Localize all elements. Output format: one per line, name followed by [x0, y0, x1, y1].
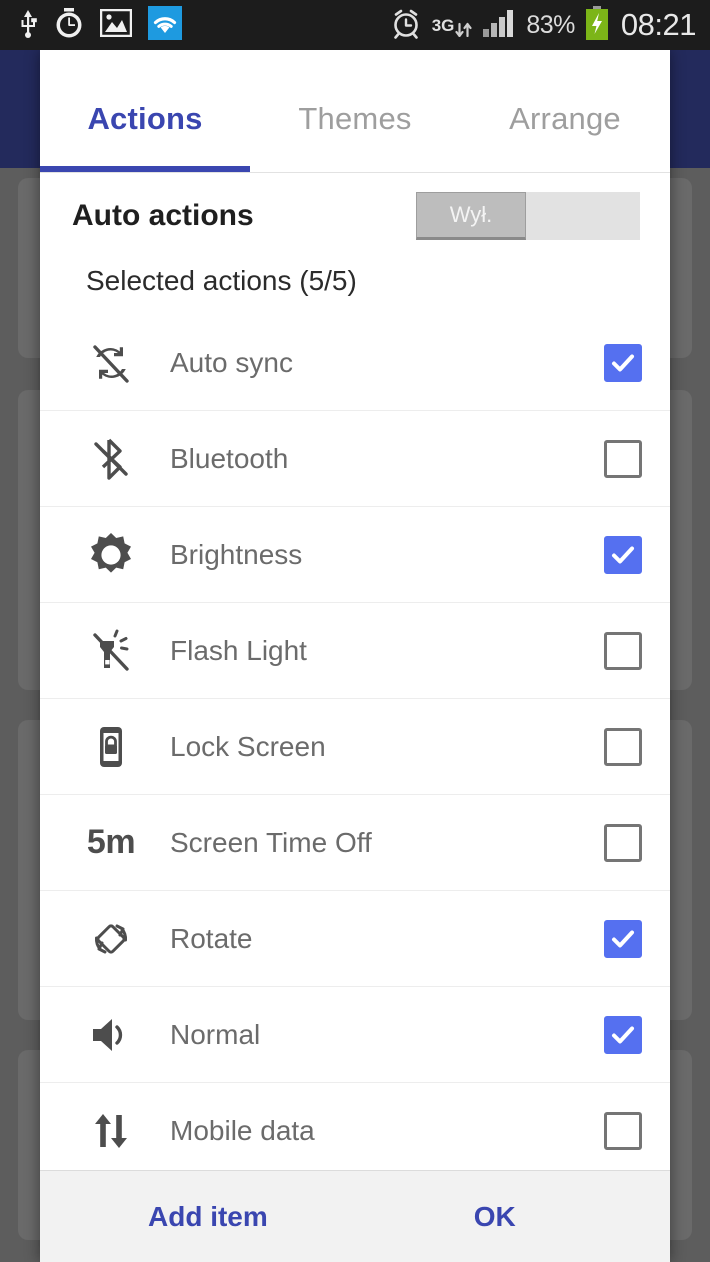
action-checkbox-bluetooth[interactable] — [604, 439, 642, 478]
action-checkbox-lock-screen[interactable] — [604, 727, 642, 766]
gallery-image-icon — [99, 8, 133, 42]
brightness-icon — [78, 524, 144, 586]
action-label: Normal — [170, 1018, 261, 1050]
selected-actions-caption: Selected actions (5/5) — [86, 265, 357, 296]
auto-actions-row: Auto actions Wył. — [40, 173, 670, 259]
action-checkbox-normal[interactable] — [604, 1015, 642, 1054]
battery-percent-label: 83% — [526, 10, 575, 39]
action-checkbox-flash-light[interactable] — [604, 631, 642, 670]
action-checkbox-auto-sync[interactable] — [604, 343, 642, 382]
action-list[interactable]: Auto sync Bluetooth Brightness Flash Lig… — [40, 315, 670, 1170]
action-label: Lock Screen — [170, 730, 326, 762]
action-row-mobile-data[interactable]: Mobile data — [40, 1083, 670, 1170]
status-bar-left-icons — [0, 5, 390, 45]
action-row-normal[interactable]: Normal — [40, 987, 670, 1083]
tab-actions[interactable]: Actions — [40, 85, 250, 137]
dialog-tab-bar: Actions Themes Arrange — [40, 50, 670, 173]
action-checkbox-screen-time-off[interactable] — [604, 823, 642, 862]
ok-button[interactable]: OK — [474, 1201, 516, 1233]
data-transfer-arrows-icon — [455, 22, 472, 37]
action-label: Rotate — [170, 922, 253, 954]
dialog-footer: Add item OK — [40, 1170, 670, 1262]
action-label: Auto sync — [170, 346, 293, 378]
action-label: Bluetooth — [170, 442, 289, 474]
volume-normal-icon — [78, 1004, 144, 1066]
auto-actions-toggle[interactable]: Wył. — [416, 192, 640, 240]
action-checkbox-rotate[interactable] — [604, 919, 642, 958]
screen-timeout-icon-label: 5m — [86, 823, 136, 861]
signal-bars-icon — [482, 9, 516, 42]
flashlight-off-icon — [78, 620, 144, 682]
status-bar-clock: 08:21 — [620, 7, 697, 42]
active-tab-underline — [40, 166, 250, 172]
auto-actions-label: Auto actions — [72, 199, 254, 232]
battery-charging-icon — [585, 5, 609, 45]
alarm-clock-icon — [390, 7, 422, 44]
action-label: Mobile data — [170, 1115, 315, 1146]
tab-themes[interactable]: Themes — [250, 85, 460, 137]
lock-screen-icon — [78, 716, 144, 778]
network-type-indicator: 3G — [432, 13, 473, 37]
action-row-auto-sync[interactable]: Auto sync — [40, 315, 670, 411]
auto-sync-off-icon — [78, 332, 144, 394]
action-row-brightness[interactable]: Brightness — [40, 507, 670, 603]
action-row-flash-light[interactable]: Flash Light — [40, 603, 670, 699]
auto-actions-toggle-thumb[interactable]: Wył. — [416, 192, 526, 240]
wifi-icon — [148, 5, 182, 45]
tab-arrange[interactable]: Arrange — [460, 85, 670, 137]
action-checkbox-brightness[interactable] — [604, 535, 642, 574]
action-row-screen-time-off[interactable]: 5m Screen Time Off — [40, 795, 670, 891]
mobile-data-icon — [78, 1100, 144, 1162]
action-label: Flash Light — [170, 634, 307, 666]
action-row-lock-screen[interactable]: Lock Screen — [40, 699, 670, 795]
status-bar-right-icons: 3G 83% 08:21 — [390, 5, 710, 45]
action-row-rotate[interactable]: Rotate — [40, 891, 670, 987]
network-type-label: 3G — [431, 15, 455, 35]
action-label: Brightness — [170, 538, 303, 570]
actions-dialog: Actions Themes Arrange Auto actions Wył.… — [40, 50, 670, 1262]
action-row-bluetooth[interactable]: Bluetooth — [40, 411, 670, 507]
usb-icon — [18, 8, 38, 43]
alarm-timer-icon — [54, 7, 84, 44]
screen-timeout-icon: 5m — [78, 812, 144, 874]
action-checkbox-mobile-data[interactable] — [604, 1112, 642, 1150]
add-item-button[interactable]: Add item — [148, 1201, 268, 1233]
bluetooth-off-icon — [78, 428, 144, 490]
rotate-icon — [78, 908, 144, 970]
action-label: Screen Time Off — [170, 826, 372, 858]
status-bar: 3G 83% 08:21 — [0, 0, 710, 50]
